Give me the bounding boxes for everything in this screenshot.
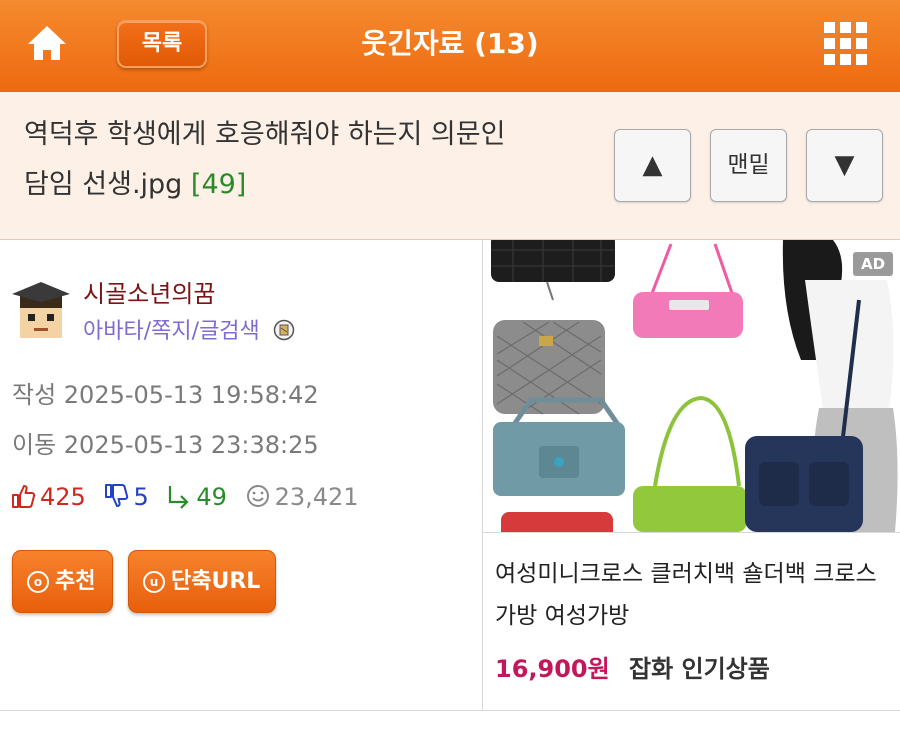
grid-menu-icon bbox=[824, 22, 867, 65]
ad-panel: AD 여성미니크로스 클러치백 숄더백 크로스가방 여성가방 16,900원 잡… bbox=[482, 240, 900, 710]
ad-caption: 여성미니크로스 클러치백 숄더백 크로스가방 여성가방 16,900원 잡화 인… bbox=[483, 532, 900, 710]
ad-product-image[interactable]: AD bbox=[483, 240, 900, 532]
ad-title[interactable]: 여성미니크로스 클러치백 숄더백 크로스가방 여성가방 bbox=[495, 553, 891, 637]
post-title-bar: 역덕후 학생에게 호응해줘야 하는지 의문인 담임 선생.jpg [49] ▲ … bbox=[0, 92, 900, 240]
avatar[interactable] bbox=[10, 280, 72, 342]
recommend-button[interactable]: o 추천 bbox=[12, 550, 113, 613]
reply-stat: 49 bbox=[166, 480, 227, 514]
avatar-link[interactable]: 아바타 bbox=[83, 319, 144, 344]
views-smiley-icon bbox=[246, 485, 269, 507]
top-bar: 목록 웃긴자료 (13) bbox=[0, 0, 900, 92]
grid-menu-button[interactable] bbox=[822, 20, 870, 68]
list-button[interactable]: 목록 bbox=[117, 20, 207, 68]
reply-count: 49 bbox=[196, 483, 227, 511]
downvote-count: 5 bbox=[133, 483, 149, 511]
view-stat: 23,421 bbox=[245, 480, 359, 514]
scroll-bottom-button[interactable]: 맨밑 bbox=[710, 129, 787, 202]
written-datetime: 작성 2025-05-13 19:58:42 bbox=[12, 381, 319, 409]
home-button[interactable] bbox=[22, 20, 72, 66]
board-title: 웃긴자료 (13) bbox=[361, 27, 539, 60]
link-separator: / bbox=[191, 319, 200, 344]
moved-datetime: 이동 2025-05-13 23:38:25 bbox=[12, 431, 319, 459]
thumbs-up-icon bbox=[12, 485, 36, 508]
short-url-circle-icon: u bbox=[143, 571, 165, 593]
post-stats: 425 5 49 23,421 bbox=[10, 480, 369, 514]
ad-tag: AD bbox=[853, 252, 893, 276]
recommend-circle-icon: o bbox=[27, 571, 49, 593]
upvote-count: 425 bbox=[40, 483, 86, 511]
upvote-stat: 425 bbox=[10, 480, 86, 514]
comment-count: [49] bbox=[190, 169, 247, 200]
downvote-stat: 5 bbox=[103, 480, 149, 514]
ad-bags-illustration bbox=[491, 240, 898, 532]
author-name[interactable]: 시골소년의꿈 bbox=[83, 278, 215, 310]
view-count: 23,421 bbox=[274, 483, 359, 511]
post-title-line2: 담임 선생.jpg bbox=[24, 169, 183, 200]
post-title[interactable]: 역덕후 학생에게 호응해줘야 하는지 의문인 담임 선생.jpg [49] bbox=[24, 110, 584, 210]
author-panel: 시골소년의꿈 아바타/쪽지/글검색 작성 2025-05-13 19:58:42… bbox=[0, 240, 482, 710]
ad-shop-name: 잡화 인기상품 bbox=[629, 655, 770, 683]
recommend-label: 추천 bbox=[55, 569, 96, 594]
short-url-button[interactable]: u 단축URL bbox=[128, 550, 276, 613]
avatar-image bbox=[12, 282, 70, 338]
scroll-up-button[interactable]: ▲ bbox=[614, 129, 691, 202]
home-icon bbox=[28, 26, 66, 60]
post-search-link[interactable]: 글검색 bbox=[199, 319, 260, 344]
member-badge-icon bbox=[273, 319, 295, 341]
message-link[interactable]: 쪽지 bbox=[151, 319, 191, 344]
ad-price: 16,900원 bbox=[495, 655, 610, 683]
thumbs-down-icon bbox=[105, 484, 129, 507]
divider bbox=[0, 710, 900, 711]
author-links: 아바타/쪽지/글검색 bbox=[83, 316, 295, 348]
reply-arrow-icon bbox=[169, 486, 189, 509]
short-url-label: 단축URL bbox=[171, 569, 261, 594]
post-title-line1: 역덕후 학생에게 호응해줘야 하는지 의문인 bbox=[24, 119, 506, 150]
scroll-down-button[interactable]: ▼ bbox=[806, 129, 883, 202]
